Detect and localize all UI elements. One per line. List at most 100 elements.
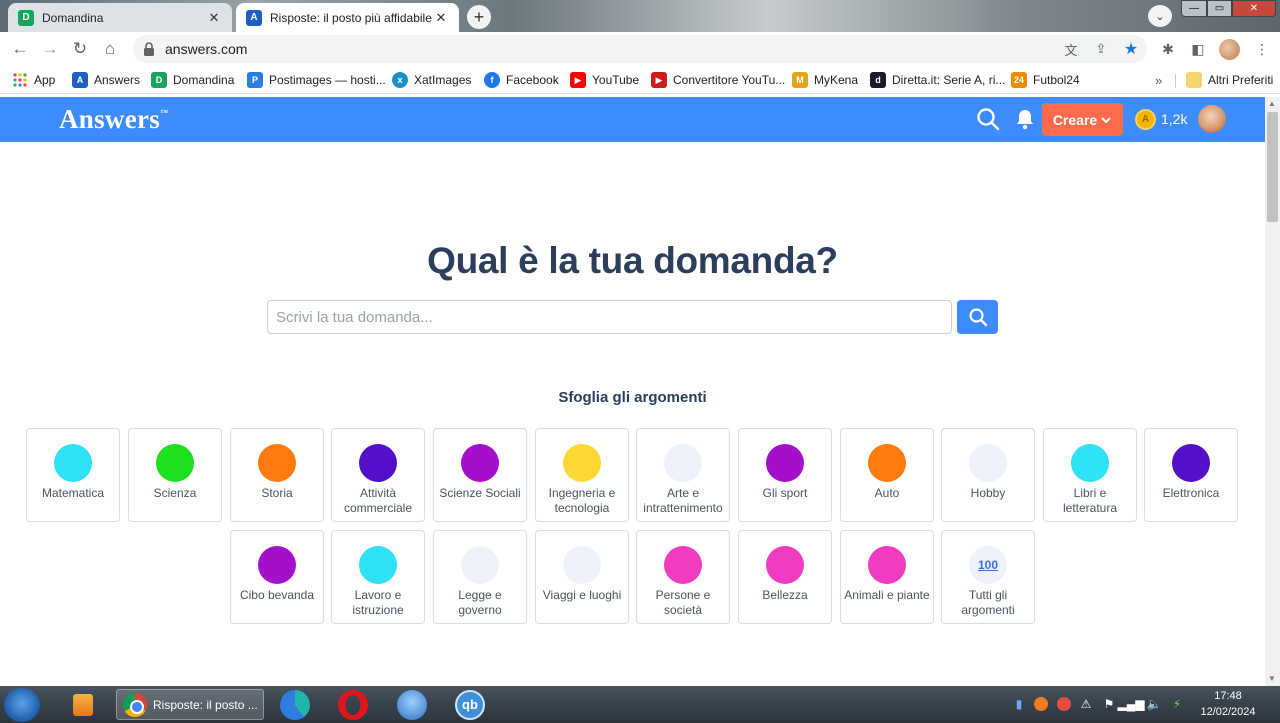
category-matematica[interactable]: Matematica xyxy=(26,428,120,522)
windows-start-button[interactable] xyxy=(4,688,40,722)
category-bellezza[interactable]: Bellezza xyxy=(738,530,832,624)
scroll-down-arrow-icon[interactable]: ▼ xyxy=(1268,674,1276,683)
back-arrow-icon[interactable]: ← xyxy=(9,38,31,60)
reload-icon[interactable]: ↻ xyxy=(69,38,91,60)
taskbar-chrome-window[interactable]: Risposte: il posto ... xyxy=(116,689,264,720)
profile-avatar[interactable] xyxy=(1219,39,1240,60)
address-bar[interactable]: answers.com xyxy=(133,35,1147,63)
close-window-button[interactable]: ✕ xyxy=(1232,0,1276,17)
category-auto[interactable]: Auto xyxy=(840,428,934,522)
category-storia[interactable]: Storia xyxy=(230,428,324,522)
maximize-button[interactable]: ▭ xyxy=(1207,0,1232,17)
bookmark-youtube-converter[interactable]: ▶ Convertitore YouTu... xyxy=(651,71,785,89)
bookmark-diretta[interactable]: d Diretta.it: Serie A, ri... xyxy=(870,71,1005,89)
bookmark-label: Postimages — hosti... xyxy=(269,73,386,87)
lock-icon xyxy=(143,42,157,56)
tab-answers[interactable]: A Risposte: il posto più affidabile p ✕ xyxy=(236,3,459,32)
category-legge-governo[interactable]: Legge e governo xyxy=(433,530,527,624)
taskbar-window-title: Risposte: il posto ... xyxy=(153,697,258,712)
category-viaggi-luoghi[interactable]: Viaggi e luoghi xyxy=(535,530,629,624)
close-tab-icon[interactable]: ✕ xyxy=(206,10,222,26)
flag-tray-icon[interactable]: ⚑ xyxy=(1100,693,1118,715)
category-label: Auto xyxy=(874,486,900,500)
search-icon[interactable] xyxy=(976,107,1000,131)
media-player-icon[interactable] xyxy=(66,689,100,720)
bookmark-postimages[interactable]: P Postimages — hosti... xyxy=(247,71,386,89)
tab-search-chevron-icon[interactable]: ⌄ xyxy=(1148,5,1172,27)
coin-count: 1,2k xyxy=(1161,111,1188,127)
bookmark-xatimages[interactable]: x XatImages xyxy=(392,71,471,89)
category-attivita-commerciale[interactable]: Attività commerciale xyxy=(331,428,425,522)
category-gli-sport[interactable]: Gli sport xyxy=(738,428,832,522)
volume-icon[interactable]: 🔈 xyxy=(1145,693,1163,715)
category-label: Bellezza xyxy=(762,588,808,602)
category-label: Scienza xyxy=(153,486,197,500)
bookmark-mykena[interactable]: M MyKena xyxy=(792,71,858,89)
more-bookmarks-button[interactable]: » xyxy=(1155,73,1162,88)
scroll-up-arrow-icon[interactable]: ▲ xyxy=(1268,99,1276,108)
bookmark-futbol24[interactable]: 24 Futbol24 xyxy=(1011,71,1080,89)
category-lavoro-istruzione[interactable]: Lavoro e istruzione xyxy=(331,530,425,624)
question-search-input[interactable] xyxy=(267,300,952,334)
new-tab-button[interactable]: + xyxy=(467,5,491,29)
thunderbird-icon[interactable] xyxy=(395,689,429,720)
extensions-puzzle-icon[interactable]: ✱ xyxy=(1159,40,1177,58)
category-arte-intrattenimento[interactable]: Arte e intrattenimento xyxy=(636,428,730,522)
signal-bars-icon[interactable]: ▂▄▆ xyxy=(1118,693,1145,715)
forward-arrow-icon[interactable]: → xyxy=(39,38,61,60)
edge-icon[interactable] xyxy=(278,689,312,720)
bookmark-youtube[interactable]: ▶ YouTube xyxy=(570,71,639,89)
create-button[interactable]: Creare xyxy=(1042,103,1123,136)
avast-tray-icon[interactable] xyxy=(1032,693,1050,715)
app-tray-icon[interactable] xyxy=(1055,693,1073,715)
notifications-bell-icon[interactable] xyxy=(1014,108,1036,130)
share-icon[interactable]: ⇪ xyxy=(1093,41,1109,57)
category-scienze-sociali[interactable]: Scienze Sociali xyxy=(433,428,527,522)
bookmark-label: Diretta.it: Serie A, ri... xyxy=(892,73,1006,87)
category-ingegneria-tecnologia[interactable]: Ingegneria e tecnologia xyxy=(535,428,629,522)
menu-dots-icon[interactable]: ⋮ xyxy=(1253,40,1271,58)
mykena-favicon-icon: M xyxy=(792,72,808,88)
side-panel-icon[interactable]: ◧ xyxy=(1189,40,1207,58)
category-dot xyxy=(461,444,499,482)
bookmark-label: MyKena xyxy=(814,73,859,87)
scrollbar-thumb[interactable] xyxy=(1267,112,1278,222)
answers-logo[interactable]: Answers™ xyxy=(59,104,168,135)
bookmark-answers[interactable]: A Answers xyxy=(72,71,140,89)
bookmark-facebook[interactable]: f Facebook xyxy=(484,71,559,89)
other-bookmarks-folder[interactable]: Altri Preferiti xyxy=(1186,71,1273,89)
folder-icon xyxy=(1186,72,1202,88)
power-tray-icon[interactable]: ⚡ xyxy=(1168,693,1186,715)
category-animali-piante[interactable]: Animali e piante xyxy=(840,530,934,624)
category-hobby[interactable]: Hobby xyxy=(941,428,1035,522)
user-avatar[interactable] xyxy=(1198,105,1226,133)
bookmark-label: Futbol24 xyxy=(1033,73,1080,87)
question-search-button[interactable] xyxy=(957,300,998,334)
search-icon xyxy=(968,308,987,327)
postimages-favicon-icon: P xyxy=(247,72,263,88)
category-elettronica[interactable]: Elettronica xyxy=(1144,428,1238,522)
home-icon[interactable]: ⌂ xyxy=(99,38,121,60)
bookmarks-divider xyxy=(1175,74,1176,88)
category-cibo-bevanda[interactable]: Cibo bevanda xyxy=(230,530,324,624)
qbittorrent-icon[interactable]: qb xyxy=(453,689,487,720)
category-libri-letteratura[interactable]: Libri e letteratura xyxy=(1043,428,1137,522)
bookmark-apps[interactable]: App xyxy=(12,71,55,89)
taskbar-clock[interactable]: 17:48 12/02/2024 xyxy=(1196,688,1260,720)
close-tab-icon[interactable]: ✕ xyxy=(433,10,449,26)
category-dot xyxy=(868,444,906,482)
bookmark-star-icon[interactable]: ★ xyxy=(1123,41,1139,58)
opera-icon[interactable] xyxy=(336,689,370,720)
translate-icon[interactable]: 文 xyxy=(1063,41,1079,58)
category-tutti-gli-argomenti[interactable]: 100 Tutti gli argomenti xyxy=(941,530,1035,624)
bookmark-domandina[interactable]: D Domandina xyxy=(151,71,234,89)
category-dot xyxy=(258,546,296,584)
language-indicator-icon[interactable]: ▮ xyxy=(1012,693,1026,715)
category-label: Lavoro e istruzione xyxy=(352,588,404,617)
category-persone-societa[interactable]: Persone e società xyxy=(636,530,730,624)
minimize-button[interactable]: — xyxy=(1181,0,1207,17)
futbol24-favicon-icon: 24 xyxy=(1011,72,1027,88)
category-scienza[interactable]: Scienza xyxy=(128,428,222,522)
tab-domandina[interactable]: D Domandina ✕ xyxy=(8,3,232,32)
network-tray-icon[interactable]: ⚠ xyxy=(1077,693,1095,715)
